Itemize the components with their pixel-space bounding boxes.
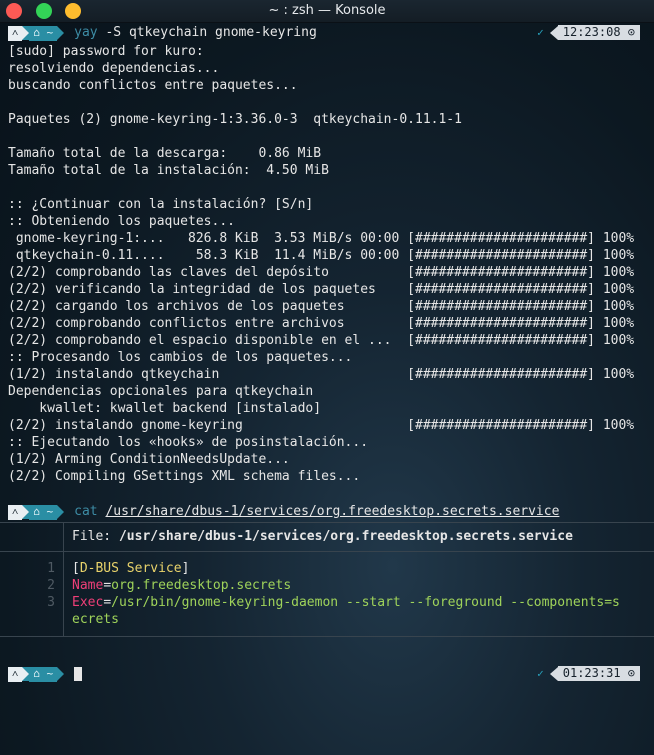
output-line: (2/2) verificando la integridad de los p…: [8, 282, 635, 297]
text-cursor[interactable]: [74, 666, 83, 681]
separator-icon: [22, 667, 30, 681]
arch-icon: ˄: [8, 666, 23, 682]
separator-icon: [57, 26, 65, 40]
output-line: (2/2) Compiling GSettings XML schema fil…: [8, 469, 361, 484]
bat-output: File: /usr/share/dbus-1/services/org.fre…: [0, 522, 654, 637]
line-number: 1: [0, 560, 64, 577]
output-line: kwallet: kwallet backend [instalado]: [8, 401, 322, 416]
terminal-area[interactable]: ˄ ⌂ ~ yay -S qtkeychain gnome-keyring ✓ …: [0, 23, 654, 684]
output-line: Tamaño total de la descarga: 0.86 MiB: [8, 146, 322, 161]
title-bar: ~ : zsh — Konsole: [0, 0, 654, 23]
output-line: (1/2) Arming ConditionNeedsUpdate...: [8, 452, 290, 467]
arch-icon: ˄: [8, 25, 23, 41]
command-binary: yay: [74, 25, 98, 40]
output-line: resolviendo dependencias...: [8, 61, 220, 76]
prompt-line-1: ˄ ⌂ ~ yay -S qtkeychain gnome-keyring ✓ …: [8, 23, 648, 43]
output-line: (2/2) comprobando conflictos entre archi…: [8, 316, 635, 331]
prompt-line-2: ˄ ⌂ ~ cat /usr/share/dbus-1/services/org…: [8, 502, 648, 522]
command-text: yay -S qtkeychain gnome-keyring: [74, 23, 317, 43]
separator-icon: [57, 505, 65, 519]
bat-line: 3 Exec=/usr/bin/gnome-keyring-daemon --st…: [0, 594, 654, 611]
output-line: Dependencias opcionales para qtkeychain: [8, 384, 314, 399]
bat-line: 1 [D-BUS Service]: [0, 560, 654, 577]
code-token: =: [103, 595, 112, 610]
check-icon: ✓: [537, 666, 544, 680]
output-line: [sudo] password for kuro:: [8, 44, 204, 59]
file-path: /usr/share/dbus-1/services/org.freedeskt…: [118, 529, 573, 544]
check-icon: ✓: [537, 25, 544, 39]
arch-icon: ˄: [8, 504, 23, 520]
code-token: /usr/bin/gnome-keyring-daemon --start --…: [111, 595, 620, 610]
line-number: 2: [0, 577, 64, 594]
output-line: (2/2) instalando gnome-keyring [########…: [8, 418, 635, 433]
code-token: org.freedesktop.secrets: [111, 578, 292, 593]
separator-icon: [22, 505, 30, 519]
status-clock: ✓ 12:23:08 ⊙: [537, 25, 640, 40]
code-token: Exec: [72, 595, 104, 610]
code-token: ]: [181, 561, 190, 576]
command-output: [sudo] password for kuro: resolviendo dep…: [8, 43, 648, 485]
command-text: cat /usr/share/dbus-1/services/org.freed…: [74, 502, 559, 522]
output-line: gnome-keyring-1:... 826.8 KiB 3.53 MiB/s…: [8, 231, 635, 246]
output-line: :: ¿Continuar con la instalación? [S/n]: [8, 197, 314, 212]
prompt-line-3: ˄ ⌂ ~ ✓ 01:23:31 ⊙: [8, 664, 648, 684]
line-number: [0, 611, 64, 628]
command-path: /usr/share/dbus-1/services/org.freedeskt…: [105, 504, 560, 519]
output-line: Paquetes (2) gnome-keyring-1:3.36.0-3 qt…: [8, 112, 462, 127]
code-token: =: [103, 578, 112, 593]
home-segment: ⌂ ~: [29, 504, 58, 520]
code-token: D-BUS Service: [79, 561, 182, 576]
status-clock: ✓ 01:23:31 ⊙: [537, 666, 640, 681]
home-segment: ⌂ ~: [29, 25, 58, 41]
output-line: :: Ejecutando los «hooks» de posinstalac…: [8, 435, 369, 450]
output-line: qtkeychain-0.11.... 58.3 KiB 11.4 MiB/s …: [8, 248, 635, 263]
konsole-window: ~ : zsh — Konsole ˄ ⌂ ~ yay -S qtkeychai…: [0, 0, 654, 755]
output-line: :: Procesando los cambios de los paquete…: [8, 350, 353, 365]
line-number: 3: [0, 594, 64, 611]
output-line: buscando conflictos entre paquetes...: [8, 78, 298, 93]
output-line: (2/2) comprobando las claves del depósit…: [8, 265, 635, 280]
output-line: (1/2) instalando qtkeychain [###########…: [8, 367, 635, 382]
bat-file-header: File: /usr/share/dbus-1/services/org.fre…: [0, 523, 654, 552]
bat-line: ecrets: [0, 611, 654, 628]
output-line: :: Obteniendo los paquetes...: [8, 214, 235, 229]
command-args: -S qtkeychain gnome-keyring: [97, 25, 317, 40]
command-binary: cat: [74, 504, 98, 519]
code-token: ecrets: [72, 612, 119, 627]
code-token: Name: [72, 578, 104, 593]
window-title: ~ : zsh — Konsole: [268, 3, 386, 18]
separator-icon: [57, 667, 65, 681]
clock-time: 01:23:31 ⊙: [557, 666, 640, 681]
code-token: [: [72, 561, 80, 576]
output-line: (2/2) cargando los archivos de los paque…: [8, 299, 635, 314]
home-segment: ⌂ ~: [29, 666, 58, 682]
file-label: File:: [72, 529, 119, 544]
clock-time: 12:23:08 ⊙: [557, 25, 640, 40]
separator-icon: [22, 26, 30, 40]
output-line: (2/2) comprobando el espacio disponible …: [8, 333, 635, 348]
bat-line: 2 Name=org.freedesktop.secrets: [0, 577, 654, 594]
output-line: Tamaño total de la instalación: 4.50 MiB: [8, 163, 329, 178]
